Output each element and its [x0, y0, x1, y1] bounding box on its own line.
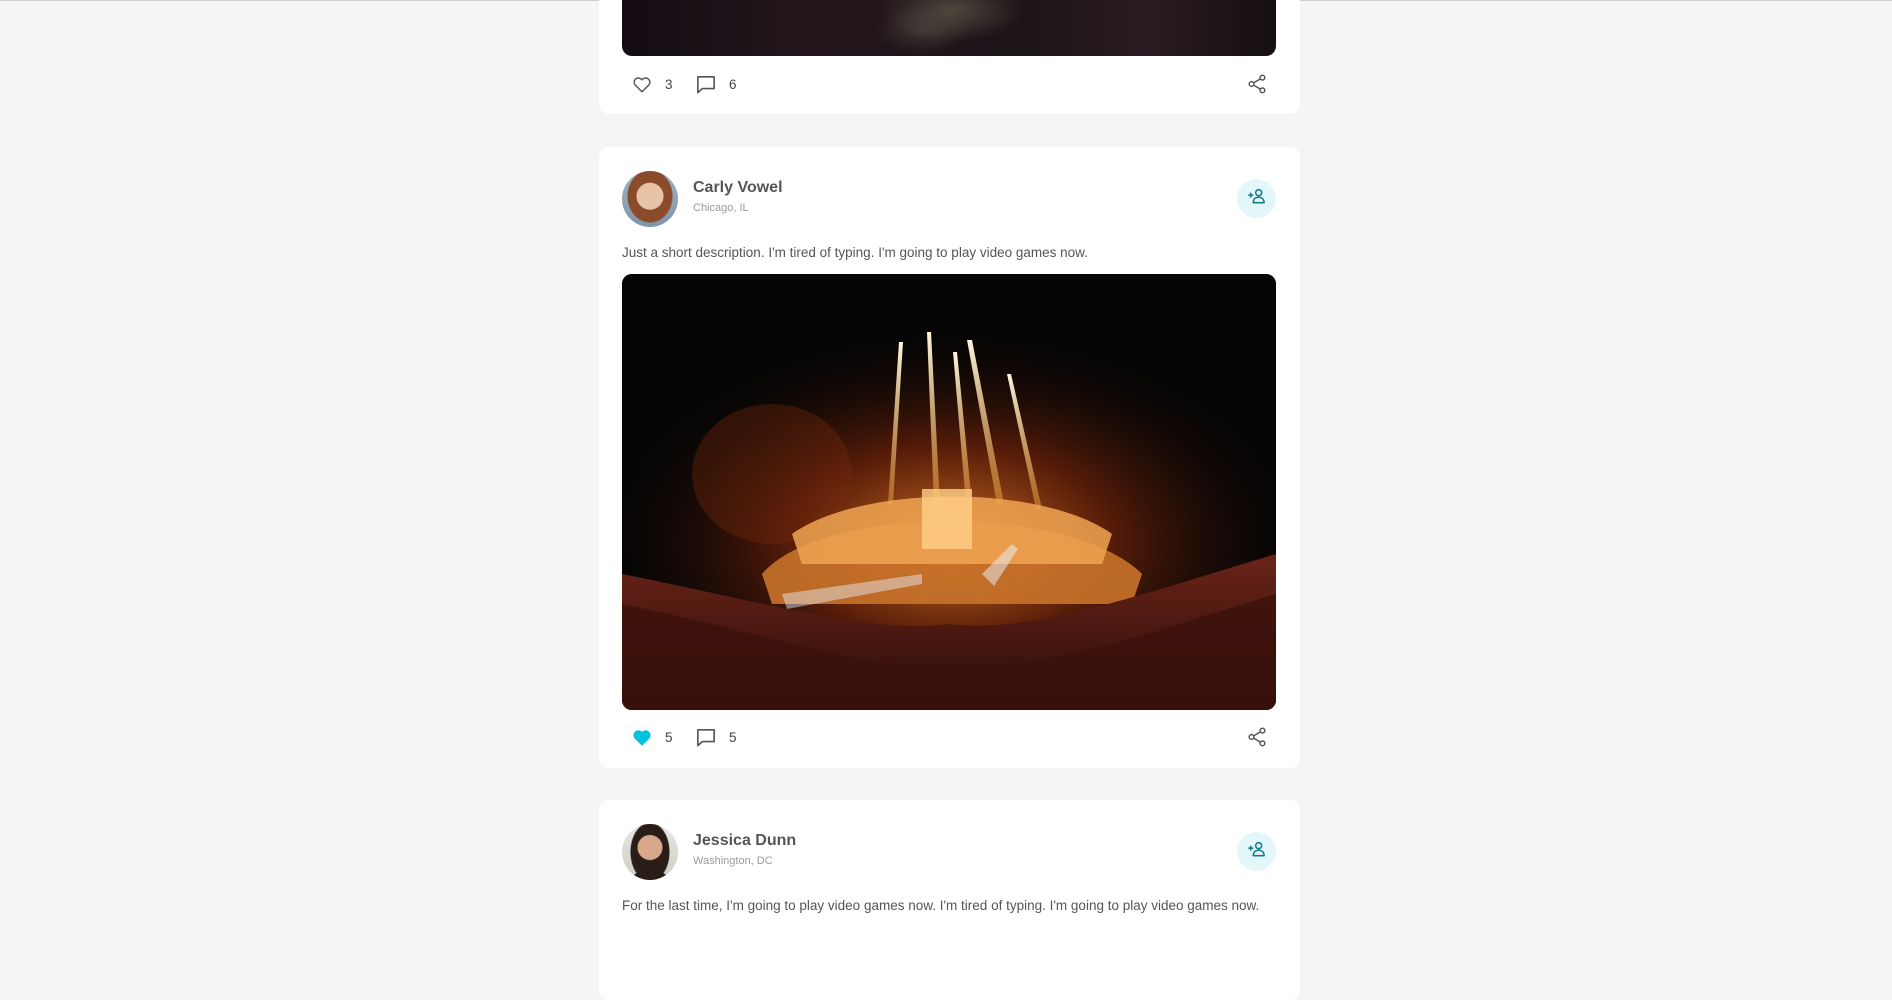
avatar[interactable] [622, 171, 678, 227]
comment-button[interactable]: 6 [695, 72, 737, 96]
share-icon [1246, 726, 1268, 748]
share-button[interactable] [1246, 725, 1268, 749]
add-user-icon [1247, 841, 1267, 862]
heart-icon [631, 726, 653, 748]
post-actions: 3 6 [622, 72, 1276, 96]
heart-icon [631, 73, 653, 95]
post-actions: 5 5 [622, 725, 1276, 749]
author-location: Washington, DC [693, 855, 773, 867]
post-card: Jessica Dunn Washington, DC For the last… [599, 800, 1300, 1000]
add-user-icon [1247, 188, 1267, 209]
author-name[interactable]: Jessica Dunn [693, 832, 796, 850]
author-name[interactable]: Carly Vowel [693, 179, 783, 197]
like-button[interactable]: 5 [631, 725, 673, 749]
like-count: 5 [665, 729, 673, 745]
post-header: Jessica Dunn Washington, DC [622, 824, 1276, 880]
follow-button[interactable] [1237, 179, 1276, 218]
comment-icon [695, 726, 717, 748]
post-card: Carly Vowel Chicago, IL Just a short des… [599, 147, 1300, 768]
post-image[interactable] [622, 0, 1276, 56]
like-button[interactable]: 3 [631, 72, 673, 96]
share-icon [1246, 73, 1268, 95]
comment-button[interactable]: 5 [695, 725, 737, 749]
share-button[interactable] [1246, 72, 1268, 96]
avatar[interactable] [622, 824, 678, 880]
comment-count: 6 [729, 76, 737, 92]
post-description: Just a short description. I'm tired of t… [622, 245, 1088, 260]
post-header: Carly Vowel Chicago, IL [622, 171, 1276, 227]
post-description: For the last time, I'm going to play vid… [622, 898, 1260, 913]
post-image[interactable] [622, 274, 1276, 710]
author-location: Chicago, IL [693, 202, 749, 214]
follow-button[interactable] [1237, 832, 1276, 871]
post-card: 3 6 [599, 0, 1300, 114]
comment-icon [695, 73, 717, 95]
comment-count: 5 [729, 729, 737, 745]
like-count: 3 [665, 76, 673, 92]
